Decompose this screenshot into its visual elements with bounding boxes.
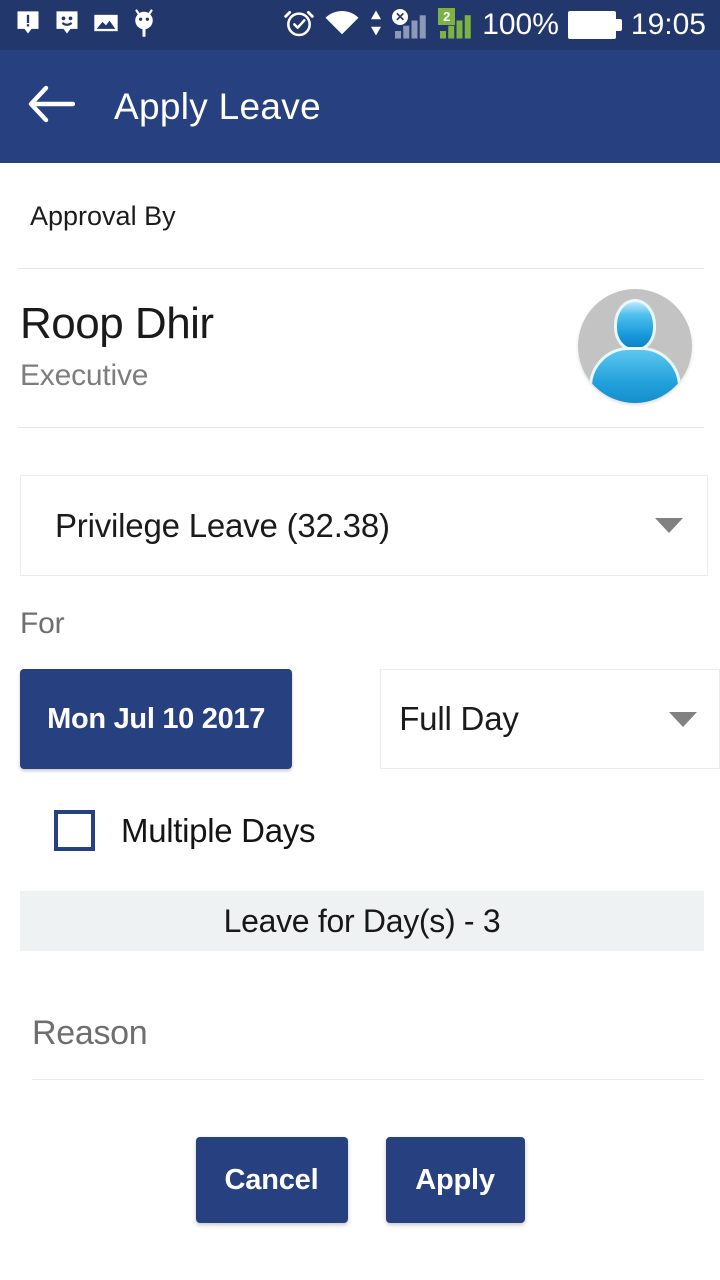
wifi-icon: [324, 8, 360, 43]
chevron-down-icon: [655, 518, 683, 533]
apply-button[interactable]: Apply: [385, 1137, 525, 1223]
status-bar: ✕ 2 100% 19:05: [0, 0, 720, 50]
status-bar-right-icons: ✕ 2 100% 19:05: [283, 7, 706, 44]
battery-icon: [567, 11, 622, 39]
smiley-bubble-icon: [53, 9, 81, 42]
cancel-button[interactable]: Cancel: [195, 1137, 348, 1223]
date-picker-button[interactable]: Mon Jul 10 2017: [20, 669, 293, 769]
approval-by-label: Approval By: [30, 201, 176, 231]
multiple-days-row[interactable]: Multiple Days: [0, 810, 720, 851]
for-label: For: [20, 607, 65, 640]
photo-icon: [92, 9, 120, 42]
leave-days-banner: Leave for Day(s) - 3: [20, 891, 704, 951]
approver-row: Roop Dhir Executive: [0, 269, 720, 403]
data-transfer-icon: [369, 8, 383, 43]
apply-leave-screen: ✕ 2 100% 19:05 Apply Leave Approval By R…: [0, 0, 720, 1280]
battery-percent-label: 100%: [482, 8, 559, 41]
reason-input[interactable]: [32, 1014, 704, 1053]
chevron-down-icon: [669, 711, 697, 727]
multiple-days-label: Multiple Days: [121, 811, 316, 849]
leave-type-select[interactable]: Privilege Leave (32.38): [20, 475, 708, 576]
app-bar: Apply Leave: [0, 50, 720, 163]
back-button[interactable]: [14, 70, 88, 144]
form-content: Approval By Roop Dhir Executive Privileg…: [0, 163, 720, 1223]
approver-divider: [18, 427, 704, 428]
sim2-badge: 2: [438, 8, 456, 25]
avatar: [578, 289, 692, 403]
leave-type-value: Privilege Leave (32.38): [55, 506, 390, 544]
alarm-clock-icon: [283, 7, 315, 44]
day-duration-select[interactable]: Full Day: [380, 669, 720, 769]
day-duration-value: Full Day: [399, 700, 519, 737]
clock-label: 19:05: [630, 8, 706, 41]
approver-info: Roop Dhir Executive: [20, 299, 578, 394]
multiple-days-checkbox[interactable]: [54, 810, 95, 851]
date-duration-row: Mon Jul 10 2017 Full Day: [0, 669, 720, 769]
reason-field: [32, 1014, 704, 1080]
arrow-left-icon: [27, 85, 76, 128]
signal-sim1-disabled-icon: ✕: [392, 9, 428, 40]
android-robot-icon: [131, 8, 157, 43]
footer-buttons: Cancel Apply: [0, 1137, 720, 1223]
page-title: Apply Leave: [114, 85, 321, 127]
status-bar-left-icons: [14, 8, 157, 43]
approver-name: Roop Dhir: [20, 298, 214, 348]
approver-role: Executive: [20, 359, 149, 393]
alert-bubble-icon: [14, 9, 42, 42]
signal-sim2-icon: 2: [437, 8, 473, 40]
